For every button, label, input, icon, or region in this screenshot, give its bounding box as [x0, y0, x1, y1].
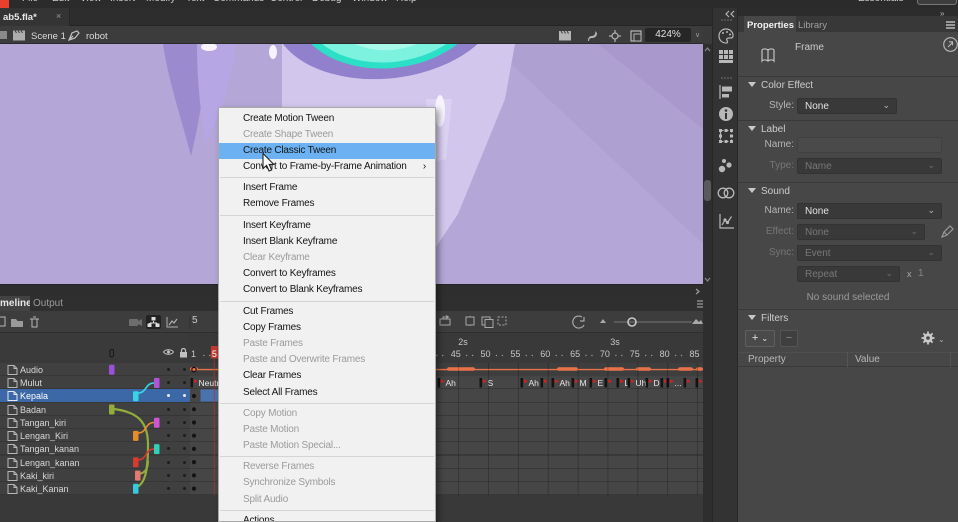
svg-text:50: 50: [480, 349, 490, 359]
svg-text:3s: 3s: [610, 337, 620, 347]
svg-text:55: 55: [510, 349, 520, 359]
svg-text:75: 75: [630, 349, 640, 359]
svg-text:70: 70: [600, 349, 610, 359]
svg-text:60: 60: [540, 349, 550, 359]
svg-text:85: 85: [689, 349, 699, 359]
svg-text:5: 5: [212, 349, 217, 359]
svg-text:80: 80: [660, 349, 670, 359]
svg-text:65: 65: [570, 349, 580, 359]
svg-text:2s: 2s: [458, 337, 468, 347]
svg-text:45: 45: [451, 349, 461, 359]
svg-text:1: 1: [191, 349, 196, 359]
